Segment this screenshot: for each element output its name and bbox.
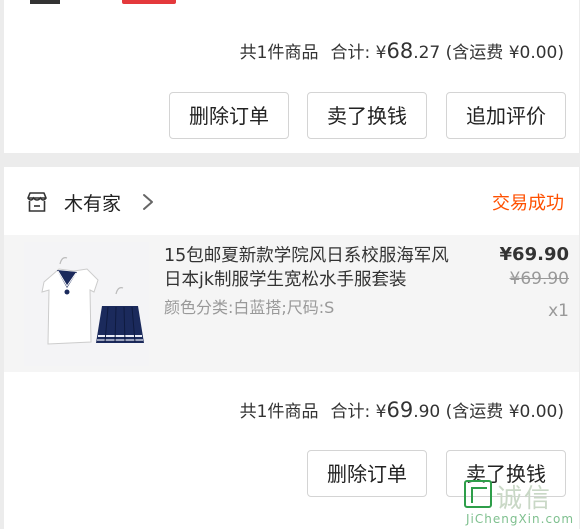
product-thumbnail[interactable] — [24, 242, 149, 366]
watermark-logo-icon — [464, 480, 492, 508]
total-amount-decimal: .27 — [413, 43, 441, 63]
total-label: 合计: — [330, 43, 371, 63]
watermark-url: JiChengXin.com — [466, 512, 575, 526]
product-quantity: x1 — [548, 301, 569, 321]
total-amount-main: 68 — [386, 39, 414, 63]
delete-order-button[interactable]: 删除订单 — [307, 450, 427, 497]
item-count: 共1件商品 — [239, 402, 319, 422]
product-original-price: ¥69.90 — [509, 269, 569, 289]
product-row[interactable]: 15包邮夏新款学院风日系校服海军风日本jk制服学生宽松水手服套装 颜色分类:白蓝… — [4, 235, 579, 372]
currency-symbol: ¥ — [375, 402, 387, 422]
order-summary: 共1件商品 合计: ¥68.27 (含运费 ¥0.00) — [240, 38, 564, 63]
order-status: 交易成功 — [492, 193, 564, 214]
order-card: 木有家 交易成功 15包邮夏新款学院风日系校服海军风日本jk制服学生宽松水手服套… — [4, 167, 579, 529]
shop-header[interactable]: 木有家 交易成功 — [4, 167, 579, 235]
chevron-right-icon[interactable] — [142, 193, 154, 211]
previous-order-card: 共1件商品 合计: ¥68.27 (含运费 ¥0.00) 删除订单 卖了换钱 追加… — [4, 0, 579, 153]
shipping-fee: (含运费 ¥0.00) — [445, 402, 564, 422]
watermark-text: 诚信 — [496, 484, 553, 514]
add-review-button[interactable]: 追加评价 — [446, 92, 566, 139]
total-amount-decimal: .90 — [413, 402, 441, 422]
product-price: ¥69.90 — [499, 244, 569, 265]
total-amount-main: 69 — [386, 398, 414, 422]
total-label: 合计: — [330, 402, 371, 422]
item-count: 共1件商品 — [239, 43, 319, 63]
shop-icon — [27, 192, 47, 212]
product-title[interactable]: 15包邮夏新款学院风日系校服海军风日本jk制服学生宽松水手服套装 — [164, 244, 464, 292]
sell-item-button[interactable]: 卖了换钱 — [307, 92, 427, 139]
product-spec: 颜色分类:白蓝搭;尺码:S — [164, 298, 335, 317]
shop-name[interactable]: 木有家 — [64, 189, 121, 216]
currency-symbol: ¥ — [375, 43, 387, 63]
site-watermark: 诚信 JiChengXin.com — [462, 480, 580, 529]
shipping-fee: (含运费 ¥0.00) — [445, 43, 564, 63]
order-summary: 共1件商品 合计: ¥69.90 (含运费 ¥0.00) — [240, 397, 564, 422]
delete-order-button[interactable]: 删除订单 — [169, 92, 289, 139]
uniform-image — [41, 257, 144, 345]
